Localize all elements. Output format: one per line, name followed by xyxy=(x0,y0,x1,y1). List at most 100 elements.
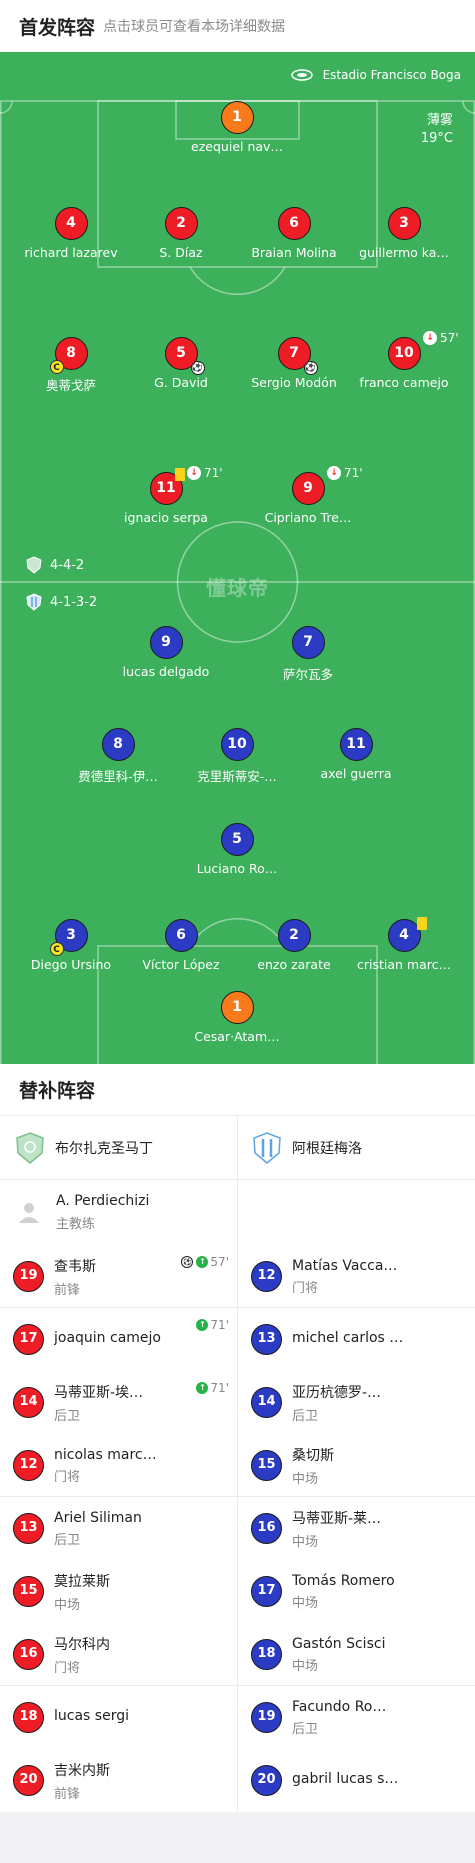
player-position: 后卫 xyxy=(54,1408,81,1424)
sub-player-home[interactable]: 17 joaquin camejo ↑ 71' xyxy=(0,1308,237,1371)
player-home[interactable]: 2 S. Díaz xyxy=(116,207,246,260)
player-name: Matías Vacca… xyxy=(292,1257,398,1274)
subs-title: 替补阵容 xyxy=(0,1064,475,1116)
player-number: 2 xyxy=(277,919,311,952)
player-home-gk[interactable]: 1 ezequiel nav… xyxy=(172,101,302,154)
sub-player-away[interactable]: 13 michel carlos … xyxy=(238,1308,475,1371)
player-home[interactable]: 10 ↓ 57' franco camejo xyxy=(339,331,469,390)
player-name: 亚历杭德罗-… xyxy=(292,1384,382,1401)
player-home[interactable]: 11 ↓ 71' ignacio serpa xyxy=(101,466,231,525)
sub-in-icon: ↑ xyxy=(196,1382,209,1394)
home-coach[interactable]: A. Perdiechizi 主教练 xyxy=(0,1179,237,1245)
player-number: 12 xyxy=(13,1450,44,1481)
player-number: 8C xyxy=(49,337,88,374)
row-divider xyxy=(0,1496,237,1497)
sub-player-away[interactable]: 20 gabril lucas s… xyxy=(238,1749,475,1812)
player-away[interactable]: 6 Víctor López xyxy=(116,919,246,972)
player-number: 16 xyxy=(251,1513,282,1544)
player-number: 18 xyxy=(251,1639,282,1670)
player-number: 9 xyxy=(291,472,325,505)
player-away[interactable]: 9 lucas delgado xyxy=(101,626,231,679)
sub-player-home[interactable]: 19 查韦斯 前锋 ⚽ ↑ 57' xyxy=(0,1245,237,1308)
player-away[interactable]: 10 克里斯蒂安-… xyxy=(172,728,302,785)
player-name: Cipriano Tre… xyxy=(264,510,352,525)
sub-player-home[interactable]: 12 nicolas marc… 门将 xyxy=(0,1434,237,1497)
sub-player-home[interactable]: 16 马尔科内 门将 xyxy=(0,1623,237,1686)
row-divider xyxy=(238,1685,475,1686)
player-name: 吉米内斯 xyxy=(54,1762,110,1779)
goal-ball-icon: ⚽ xyxy=(190,361,205,375)
player-name: 查韦斯 xyxy=(54,1258,96,1275)
sub-player-home[interactable]: 15 莫拉莱斯 中场 xyxy=(0,1560,237,1623)
player-name: 马蒂亚斯-莱… xyxy=(292,1510,382,1527)
home-team-name: 布尔扎克圣马丁 xyxy=(55,1140,153,1157)
player-home[interactable]: 9 ↓ 71' Cipriano Tre… xyxy=(243,466,373,525)
sub-out-icon: ↓ xyxy=(187,466,201,480)
away-team-name: 阿根廷梅洛 xyxy=(292,1140,362,1157)
coach-role: 主教练 xyxy=(56,1216,96,1232)
player-position: 中场 xyxy=(292,1595,319,1611)
player-position: 后卫 xyxy=(54,1532,81,1548)
player-away[interactable]: 5 Luciano Ro… xyxy=(172,823,302,876)
player-name: ezequiel nav… xyxy=(191,139,283,154)
sub-player-away[interactable]: 14 亚历杭德罗-… 后卫 xyxy=(238,1371,475,1434)
player-number: 1 xyxy=(220,991,254,1024)
player-away[interactable]: 11 axel guerra xyxy=(291,728,421,781)
sub-player-away[interactable]: 18 Gastón Scisci 中场 xyxy=(238,1623,475,1686)
player-number: 6 xyxy=(164,919,198,952)
player-number: 5 ⚽ xyxy=(164,337,205,375)
away-team[interactable]: 阿根廷梅洛 xyxy=(237,1116,474,1179)
sub-in-icon: ↑ xyxy=(196,1256,209,1268)
player-name: Gastón Scisci xyxy=(292,1635,386,1652)
player-number: 20 xyxy=(13,1765,44,1796)
footer-spacer xyxy=(0,1812,475,1863)
sub-player-away[interactable]: 16 马蒂亚斯-莱… 中场 xyxy=(238,1497,475,1560)
player-name: gabril lucas s… xyxy=(292,1771,399,1787)
sub-player-away[interactable]: 15 桑切斯 中场 xyxy=(238,1434,475,1497)
sub-player-home[interactable]: 13 Ariel Siliman 后卫 xyxy=(0,1497,237,1560)
sub-player-away[interactable]: 17 Tomás Romero 中场 xyxy=(238,1560,475,1623)
sub-player-home[interactable]: 18 lucas sergi xyxy=(0,1686,237,1749)
player-number: 8 xyxy=(101,728,135,761)
player-away[interactable]: 7 萨尔瓦多 xyxy=(243,626,373,683)
pitch: Estadio Francisco Boga 薄雾 19°C 4-4-2 4-1… xyxy=(0,52,475,1064)
sub-player-home[interactable]: 20 吉米内斯 前锋 xyxy=(0,1749,237,1812)
player-position: 中场 xyxy=(292,1534,319,1550)
player-number: 17 xyxy=(13,1324,44,1355)
home-team[interactable]: 布尔扎克圣马丁 xyxy=(0,1116,237,1179)
player-number: 1 xyxy=(220,101,254,134)
yellow-card-icon xyxy=(175,468,185,481)
player-number: 18 xyxy=(13,1702,44,1733)
player-home[interactable]: 5 ⚽ G. David xyxy=(116,337,246,390)
player-number: 12 xyxy=(251,1261,282,1292)
player-name: Facundo Ro… xyxy=(292,1698,387,1715)
sub-out-icon: ↓ xyxy=(327,466,341,480)
player-number: 5 xyxy=(220,823,254,856)
player-name: 克里斯蒂安-… xyxy=(197,769,277,784)
temperature: 19°C xyxy=(420,131,453,146)
player-name: 桑切斯 xyxy=(292,1447,334,1464)
sub-event: ⚽ ↑ 57' xyxy=(181,1255,229,1269)
player-number: 6 xyxy=(277,207,311,240)
player-number: 3C xyxy=(49,919,88,956)
weather: 薄雾 19°C xyxy=(421,112,453,148)
player-name: nicolas marc… xyxy=(54,1446,157,1463)
player-away[interactable]: 4 cristian marc… xyxy=(339,917,469,972)
player-name: joaquin camejo xyxy=(54,1330,161,1346)
player-name: Tomás Romero xyxy=(292,1572,395,1589)
sub-player-home[interactable]: 14 马蒂亚斯-埃… 后卫 ↑ 71' xyxy=(0,1371,237,1434)
sub-in-icon: ↑ xyxy=(196,1319,209,1331)
sub-player-away[interactable]: 19 Facundo Ro… 后卫 xyxy=(238,1686,475,1749)
player-name: G. David xyxy=(154,375,208,390)
sub-player-away[interactable]: 12 Matías Vacca… 门将 xyxy=(238,1245,475,1308)
player-position: 中场 xyxy=(292,1658,319,1674)
player-name: ignacio serpa xyxy=(124,510,208,525)
player-number: 20 xyxy=(251,1765,282,1796)
row-divider xyxy=(238,1496,475,1497)
player-home[interactable]: 3 guillermo ka… xyxy=(339,207,469,260)
away-team-crest-icon xyxy=(253,1131,281,1164)
player-number: 14 xyxy=(251,1387,282,1418)
player-away[interactable]: 8 费德里科-伊… xyxy=(53,728,183,785)
coach-name: A. Perdiechizi xyxy=(56,1192,150,1209)
player-away-gk[interactable]: 1 Cesar·Atam… xyxy=(172,991,302,1044)
